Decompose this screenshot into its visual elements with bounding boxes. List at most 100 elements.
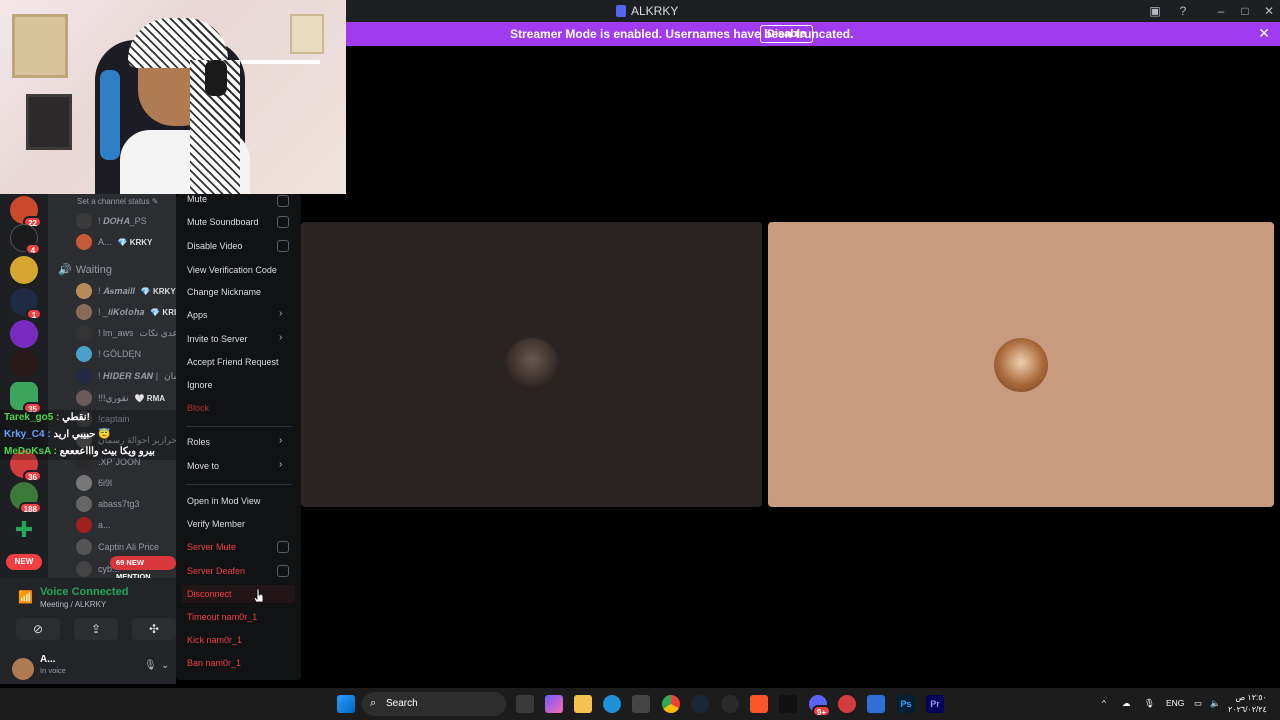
disable-streamer-mode-button[interactable]: Disable	[760, 25, 814, 43]
app-icon[interactable]	[867, 695, 885, 713]
menu-item-ignore[interactable]: Ignore	[187, 380, 213, 390]
minimize-button[interactable]: –	[1210, 2, 1232, 20]
menu-item-accept-friend-request[interactable]: Accept Friend Request	[187, 357, 279, 367]
menu-item-invite-to-server[interactable]: Invite to Server	[187, 334, 248, 344]
voice-member[interactable]: !!!نقوري 🤍 RMA	[76, 390, 165, 406]
member-name: ! _𝒊𝒊𝑲𝒐𝒕𝒐𝒉𝒂	[98, 306, 145, 317]
menu-item-apps[interactable]: Apps	[187, 310, 208, 320]
menu-item-verify-member[interactable]: Verify Member	[187, 519, 245, 529]
app-icon[interactable]	[838, 695, 856, 713]
chevron-up-icon[interactable]: ^	[1102, 698, 1106, 708]
server-icon[interactable]	[10, 256, 38, 284]
menu-item-view-verification-code[interactable]: View Verification Code	[187, 265, 277, 275]
avatar	[76, 346, 92, 362]
help-icon[interactable]: ?	[1172, 2, 1194, 20]
chair-accent	[100, 70, 120, 160]
search-box[interactable]: ⌕ Search	[362, 692, 506, 716]
premiere-icon[interactable]: Pr	[926, 695, 944, 713]
menu-item-timeout[interactable]: Timeout nam0r_1	[187, 612, 257, 622]
microphone-icon[interactable]: 🎙	[1144, 698, 1155, 709]
inbox-icon[interactable]: ▣	[1144, 2, 1166, 20]
server-icon[interactable]: 22	[10, 196, 42, 228]
voice-member[interactable]: A... 💎 KRKY	[76, 234, 152, 250]
video-tile[interactable]	[768, 222, 1274, 507]
checkbox[interactable]	[277, 240, 289, 252]
voice-member[interactable]: ! 𝑫𝑶𝑯𝑨_PS	[76, 213, 147, 229]
voice-member[interactable]: abass7tg3	[76, 496, 140, 512]
store-icon[interactable]	[632, 695, 650, 713]
server-icon[interactable]: 188	[10, 482, 42, 514]
language-indicator[interactable]: ENG	[1166, 698, 1184, 708]
new-mentions-pill[interactable]: 69 NEW MENTION	[110, 556, 176, 578]
menu-item-move-to[interactable]: Move to	[187, 461, 219, 471]
menu-item-kick[interactable]: Kick nam0r_1	[187, 635, 242, 645]
display-icon[interactable]: ▭	[1194, 698, 1202, 709]
activities-button[interactable]: ✣	[132, 618, 176, 640]
maximize-button[interactable]: □	[1234, 2, 1256, 20]
server-icon[interactable]: 1	[10, 288, 42, 320]
channel-status-input[interactable]: Set a channel status ✎	[77, 197, 158, 206]
checkbox[interactable]	[277, 565, 289, 577]
clock[interactable]: ١٢:٥٠ ص ٢٠٢٦/٠٢/٢٤	[1228, 692, 1267, 716]
photoshop-icon[interactable]: Ps	[897, 695, 915, 713]
menu-item-server-mute[interactable]: Server Mute	[187, 542, 236, 552]
voice-member[interactable]: ! 𝑯𝑰𝑫𝑬𝑹 𝑺𝑨𝑵 | سان	[76, 368, 176, 384]
voice-member[interactable]: ! lm_aws عدي نكات	[76, 325, 176, 341]
mention-badge: 4	[25, 243, 41, 255]
settings-icon[interactable]	[721, 695, 739, 713]
avatar	[76, 561, 92, 577]
menu-item-disable-video[interactable]: Disable Video	[187, 241, 242, 251]
menu-item-open-in-mod-view[interactable]: Open in Mod View	[187, 496, 260, 506]
menu-item-change-nickname[interactable]: Change Nickname	[187, 287, 261, 297]
menu-item-block[interactable]: Block	[187, 403, 209, 413]
voice-member[interactable]: ! GÖLDĘN	[76, 346, 141, 362]
server-icon[interactable]	[10, 320, 38, 348]
menu-item-disconnect[interactable]: Disconnect	[187, 589, 232, 599]
close-window-button[interactable]: ✕	[1258, 2, 1280, 20]
voice-member[interactable]: a...	[76, 517, 111, 533]
member-name: 6i9l	[98, 478, 113, 488]
menu-item-roles[interactable]: Roles	[187, 437, 210, 447]
video-tile[interactable]	[301, 222, 762, 507]
voice-connected-label[interactable]: Voice Connected	[40, 586, 128, 598]
close-icon[interactable]: ✕	[1258, 25, 1270, 42]
avatar[interactable]	[12, 658, 34, 680]
server-icon[interactable]: 4	[10, 224, 41, 255]
server-icon[interactable]: 35	[10, 382, 42, 414]
chevron-right-icon: ›	[279, 459, 283, 470]
screen-share-button[interactable]: ⇪	[74, 618, 118, 640]
voice-member[interactable]: 6i9l	[76, 475, 112, 491]
server-icon[interactable]	[10, 350, 38, 378]
edge-icon[interactable]	[603, 695, 621, 713]
avatar	[76, 234, 92, 250]
file-explorer-icon[interactable]	[574, 695, 592, 713]
waiting-channel[interactable]: 🔊 Waiting	[58, 263, 112, 277]
cloud-icon[interactable]: ☁	[1122, 698, 1131, 709]
voice-channel-path[interactable]: Meeting / ALKRKY	[40, 600, 106, 609]
microphone-icon[interactable]: 🎙	[144, 660, 157, 671]
task-view-icon[interactable]	[516, 695, 534, 713]
checkbox[interactable]	[277, 195, 289, 207]
steam-icon[interactable]	[691, 695, 709, 713]
menu-item-server-deafen[interactable]: Server Deafen	[187, 566, 245, 576]
checkbox[interactable]	[277, 216, 289, 228]
discover-icon[interactable]: ✚	[10, 516, 38, 544]
menu-item-ban[interactable]: Ban nam0r_1	[187, 658, 241, 668]
chrome-icon[interactable]	[662, 695, 680, 713]
voice-member[interactable]: ! 𝑨𝒔𝒎𝒂𝒊𝒍𝒍 💎 KRKY	[76, 283, 176, 299]
menu-item-mute[interactable]: Mute	[187, 194, 207, 204]
volume-icon[interactable]: 🔈	[1210, 698, 1221, 709]
new-unreads-pill[interactable]: NEW	[6, 554, 42, 570]
voice-member[interactable]: ! _𝒊𝒊𝑲𝒐𝒕𝒐𝒉𝒂 💎 KRI	[76, 304, 176, 320]
voice-member[interactable]: Captin Ali Price	[76, 539, 159, 555]
checkbox[interactable]	[277, 541, 289, 553]
discord-icon[interactable]: 9+	[809, 695, 831, 717]
avatar	[76, 539, 92, 555]
copilot-icon[interactable]	[545, 695, 563, 713]
capcut-icon[interactable]	[779, 695, 797, 713]
menu-item-mute-soundboard[interactable]: Mute Soundboard	[187, 217, 259, 227]
brave-icon[interactable]	[750, 695, 768, 713]
windows-start-icon[interactable]	[337, 695, 355, 713]
chevron-down-icon[interactable]: ⌄	[161, 660, 169, 671]
camera-off-button[interactable]: ⊘	[16, 618, 60, 640]
